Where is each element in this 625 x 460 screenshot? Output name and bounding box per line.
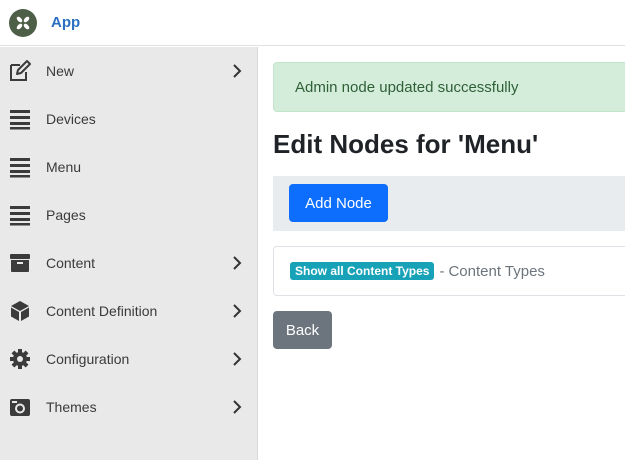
content-types-item: Show all Content Types - Content Types: [273, 246, 625, 296]
content-types-label: Content Types: [448, 262, 545, 280]
chevron-right-icon: [230, 352, 244, 366]
top-bar: App: [0, 0, 625, 46]
separator-text: -: [439, 262, 445, 280]
sidebar-item-label: Themes: [46, 399, 97, 415]
sidebar: New Devices Menu Pages Content Content D…: [0, 47, 258, 460]
chevron-right-icon: [230, 64, 244, 78]
sidebar-item-label: Content Definition: [46, 303, 158, 319]
logo-icon: [16, 16, 30, 29]
show-all-content-types-badge[interactable]: Show all Content Types: [290, 262, 435, 280]
app-logo[interactable]: [9, 8, 37, 37]
sidebar-item-themes[interactable]: Themes: [0, 383, 258, 431]
sidebar-item-label: Menu: [46, 159, 82, 175]
add-node-button[interactable]: Add Node: [289, 184, 388, 222]
sidebar-item-label: Pages: [46, 207, 86, 223]
sidebar-item-label: New: [46, 63, 75, 79]
sidebar-item-configuration[interactable]: Configuration: [0, 335, 258, 383]
gear-icon: [8, 347, 32, 371]
sidebar-item-devices[interactable]: Devices: [0, 95, 258, 143]
main-content: Admin node updated successfully Edit Nod…: [259, 47, 625, 460]
chevron-right-icon: [230, 256, 244, 270]
list-icon: [8, 155, 32, 179]
back-button[interactable]: Back: [273, 311, 332, 349]
sidebar-item-label: Content: [46, 255, 96, 271]
sidebar-item-label: Devices: [46, 111, 96, 127]
archive-icon: [8, 251, 32, 275]
edit-icon: [8, 59, 32, 83]
sidebar-item-pages[interactable]: Pages: [0, 191, 258, 239]
app-brand[interactable]: App: [51, 14, 80, 31]
sidebar-item-label: Configuration: [46, 351, 130, 367]
page-title: Edit Nodes for 'Menu': [273, 129, 539, 159]
cube-icon: [8, 299, 32, 323]
toolbar: Add Node: [273, 176, 625, 231]
sidebar-item-content-definition[interactable]: Content Definition: [0, 287, 258, 335]
list-icon: [8, 107, 32, 131]
chevron-right-icon: [230, 304, 244, 318]
success-alert: Admin node updated successfully: [273, 62, 625, 112]
list-icon: [8, 203, 32, 227]
sidebar-item-new[interactable]: New: [0, 47, 258, 95]
sidebar-item-menu[interactable]: Menu: [0, 143, 258, 191]
chevron-right-icon: [230, 400, 244, 414]
camera-icon: [8, 395, 32, 419]
sidebar-item-content[interactable]: Content: [0, 239, 258, 287]
